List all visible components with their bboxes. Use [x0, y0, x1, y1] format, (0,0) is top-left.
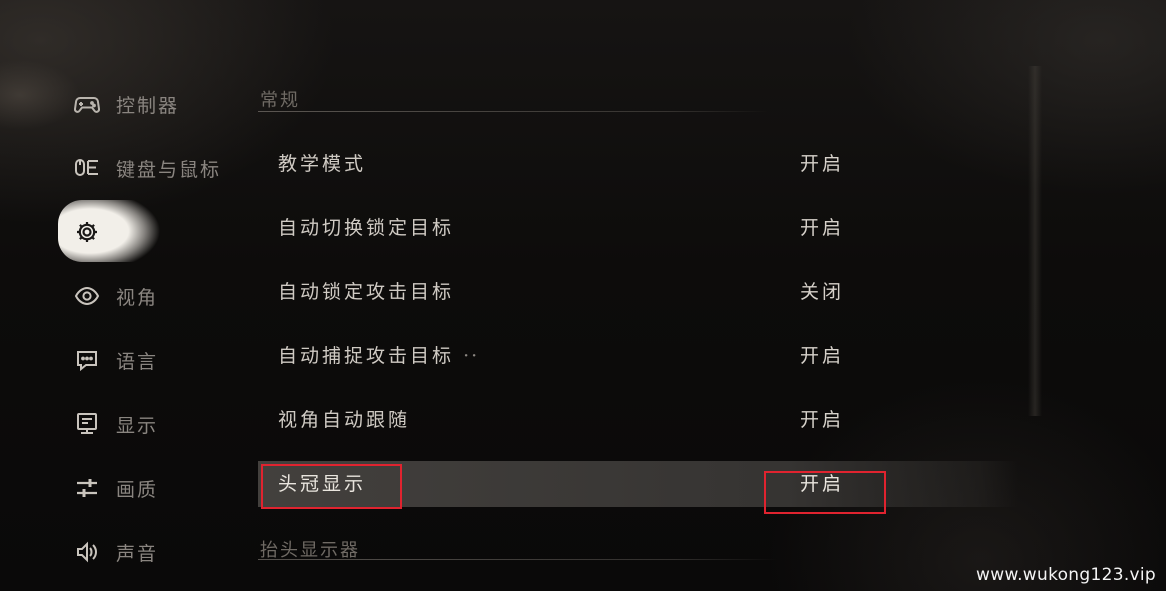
- section-title-general: 常规: [260, 90, 300, 111]
- settings-sidebar: 控制器 键盘与鼠标 视角 语言 显示 画质 声音: [0, 0, 250, 591]
- watermark: www.wukong123.vip: [976, 565, 1156, 585]
- sidebar-item-label: 视角: [116, 286, 159, 309]
- sidebar-item-label: 画质: [116, 478, 159, 501]
- sidebar-item-keyboard-mouse[interactable]: 键盘与鼠标: [72, 152, 221, 184]
- setting-label: 自动切换锁定目标: [278, 217, 455, 239]
- sidebar-item-controller[interactable]: 控制器: [72, 88, 179, 120]
- sidebar-item-label: 语言: [116, 350, 159, 373]
- setting-label: 自动捕捉攻击目标 ··: [278, 333, 479, 379]
- sidebar-item-language[interactable]: 语言: [72, 344, 158, 376]
- gear-icon: [72, 217, 102, 247]
- highlight-box-label: [261, 464, 402, 509]
- label-suffix-dots: ··: [463, 345, 480, 367]
- setting-value[interactable]: 开启: [800, 205, 844, 251]
- monitor-icon: [72, 409, 102, 439]
- speaker-icon: [72, 537, 102, 567]
- section-divider: [258, 111, 768, 112]
- setting-row-auto-lock-target[interactable]: 自动锁定攻击目标 关闭: [258, 269, 1018, 315]
- highlight-box-value: [764, 471, 886, 514]
- setting-row-tutorial[interactable]: 教学模式 开启: [258, 141, 1018, 187]
- setting-value[interactable]: 开启: [800, 141, 844, 187]
- sidebar-item-label: 控制器: [116, 94, 180, 117]
- sidebar-item-general[interactable]: [72, 216, 116, 248]
- sidebar-item-audio[interactable]: 声音: [72, 536, 158, 568]
- gamepad-icon: [72, 89, 102, 119]
- setting-row-camera-follow[interactable]: 视角自动跟随 开启: [258, 397, 1018, 443]
- eye-icon: [72, 281, 102, 311]
- sidebar-item-label: 声音: [116, 542, 159, 565]
- setting-value[interactable]: 开启: [800, 333, 844, 379]
- setting-label: 教学模式: [278, 153, 367, 175]
- sliders-icon: [72, 473, 102, 503]
- setting-label: 视角自动跟随: [278, 409, 411, 431]
- chat-icon: [72, 345, 102, 375]
- sidebar-item-camera[interactable]: 视角: [72, 280, 158, 312]
- keyboard-mouse-icon: [72, 153, 102, 183]
- setting-label: 自动锁定攻击目标: [278, 281, 455, 303]
- setting-row-auto-capture-target[interactable]: 自动捕捉攻击目标 ·· 开启: [258, 333, 1018, 379]
- sidebar-item-graphics[interactable]: 画质: [72, 472, 158, 504]
- section-divider: [258, 559, 778, 560]
- sidebar-item-label: 键盘与鼠标: [116, 158, 222, 181]
- setting-label-text: 自动捕捉攻击目标: [278, 345, 455, 367]
- sidebar-item-label: 显示: [116, 414, 159, 437]
- scrollbar[interactable]: [1028, 66, 1042, 416]
- setting-value[interactable]: 开启: [800, 397, 844, 443]
- settings-screen: 控制器 键盘与鼠标 视角 语言 显示 画质 声音 常规 教学模式 开启 自动切换…: [0, 0, 1166, 591]
- setting-value[interactable]: 关闭: [800, 269, 844, 315]
- sidebar-item-display[interactable]: 显示: [72, 408, 158, 440]
- setting-row-auto-switch-lock[interactable]: 自动切换锁定目标 开启: [258, 205, 1018, 251]
